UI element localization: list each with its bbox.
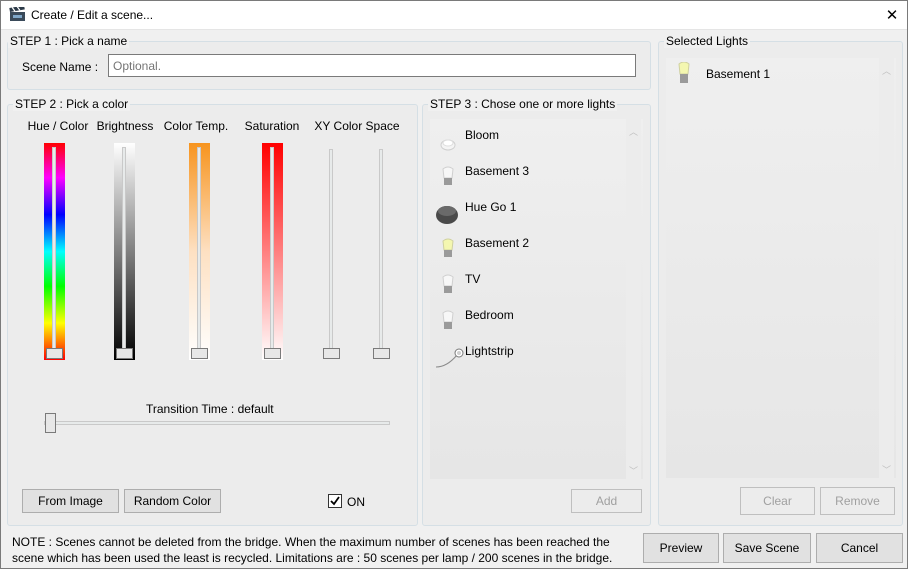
scroll-up-icon[interactable]: ︿ [626,125,641,138]
selected-label: Selected Lights [664,34,751,48]
note-text: NOTE : Scenes cannot be deleted from the… [12,534,642,566]
brightness-track [122,147,126,355]
on-checkbox[interactable] [328,494,342,508]
hue-slider[interactable] [44,143,66,361]
bulb-icon [435,165,459,189]
light-name: Basement 2 [465,236,530,250]
xy-y-thumb[interactable] [373,348,390,359]
scroll-down-icon[interactable]: ﹀ [626,464,641,477]
xy-label: XY Color Space [314,119,400,133]
list-item[interactable]: Basement 1 [673,61,873,86]
xy-x-thumb[interactable] [323,348,340,359]
brightness-slider[interactable] [114,143,136,361]
brightness-thumb[interactable] [116,348,133,359]
available-lights-items: Bloom Basement 3 Hue Go 1 Basement 2 TV … [435,123,620,375]
add-button[interactable]: Add [571,489,642,513]
clear-button[interactable]: Clear [740,487,815,515]
remove-button[interactable]: Remove [820,487,895,515]
list-item[interactable]: Hue Go 1 [435,195,620,231]
list-item[interactable]: TV [435,267,620,303]
close-icon: ✕ [885,7,899,24]
transition-slider[interactable] [44,413,390,433]
list-item[interactable]: Lightstrip [435,339,620,375]
color-temp-slider[interactable] [189,143,211,361]
close-button[interactable]: ✕ [878,2,906,28]
transition-thumb[interactable] [45,413,56,433]
list-item[interactable]: Basement 3 [435,159,620,195]
scroll-down-icon[interactable]: ﹀ [879,463,894,476]
clapperboard-icon [9,5,26,22]
light-name: Hue Go 1 [465,200,517,214]
xy-y-slider[interactable] [371,143,393,361]
on-label: ON [347,495,365,509]
hue-thumb[interactable] [46,348,63,359]
cancel-button[interactable]: Cancel [816,533,903,563]
transition-track [44,421,390,425]
lightstrip-icon [435,345,465,369]
light-name: Basement 1 [706,67,771,81]
list-item[interactable]: Bedroom [435,303,620,339]
note-line-1: NOTE : Scenes cannot be deleted from the… [12,535,610,549]
scroll-up-icon[interactable]: ︿ [879,64,894,77]
xy-x-track [329,149,333,354]
step2-label: STEP 2 : Pick a color [13,97,131,111]
scene-name-label: Scene Name : [22,60,99,74]
scene-name-input[interactable] [108,54,636,77]
hue-go-icon [435,201,459,225]
list-item[interactable]: Basement 2 [435,231,620,267]
light-name: Bedroom [465,308,514,322]
bulb-on-icon [435,237,459,261]
selected-lights-scrollbar[interactable]: ︿ ﹀ [879,58,894,478]
list-item[interactable]: Bloom [435,123,620,159]
saturation-label: Saturation [244,119,300,133]
from-image-button[interactable]: From Image [22,489,119,513]
save-scene-button[interactable]: Save Scene [723,533,811,563]
color-temp-thumb[interactable] [191,348,208,359]
color-temp-track [197,147,201,355]
bulb-icon [435,273,459,297]
light-name: Basement 3 [465,164,530,178]
saturation-thumb[interactable] [264,348,281,359]
bulb-icon [435,309,459,333]
light-name: Bloom [465,128,500,142]
preview-button[interactable]: Preview [643,533,719,563]
step3-label: STEP 3 : Chose one or more lights [428,97,618,111]
bulb-on-icon [673,61,697,86]
checkmark-icon [330,496,340,506]
selected-lights-list[interactable] [666,58,896,478]
hue-track [52,147,56,355]
saturation-track [270,147,274,355]
light-name: TV [465,272,481,286]
xy-y-track [379,149,383,354]
brightness-label: Brightness [96,119,154,133]
available-lights-scrollbar[interactable]: ︿ ﹀ [626,119,641,479]
hue-label: Hue / Color [27,119,89,133]
note-line-2: scene which has been used the least is r… [12,551,613,565]
xy-x-slider[interactable] [321,143,343,361]
saturation-slider[interactable] [262,143,284,361]
light-name: Lightstrip [465,344,514,358]
random-color-button[interactable]: Random Color [124,489,221,513]
step2-group [7,104,418,526]
bloom-icon [435,129,459,153]
step1-label: STEP 1 : Pick a name [8,34,130,48]
color-temp-label: Color Temp. [163,119,229,133]
window-title: Create / Edit a scene... [31,8,154,22]
